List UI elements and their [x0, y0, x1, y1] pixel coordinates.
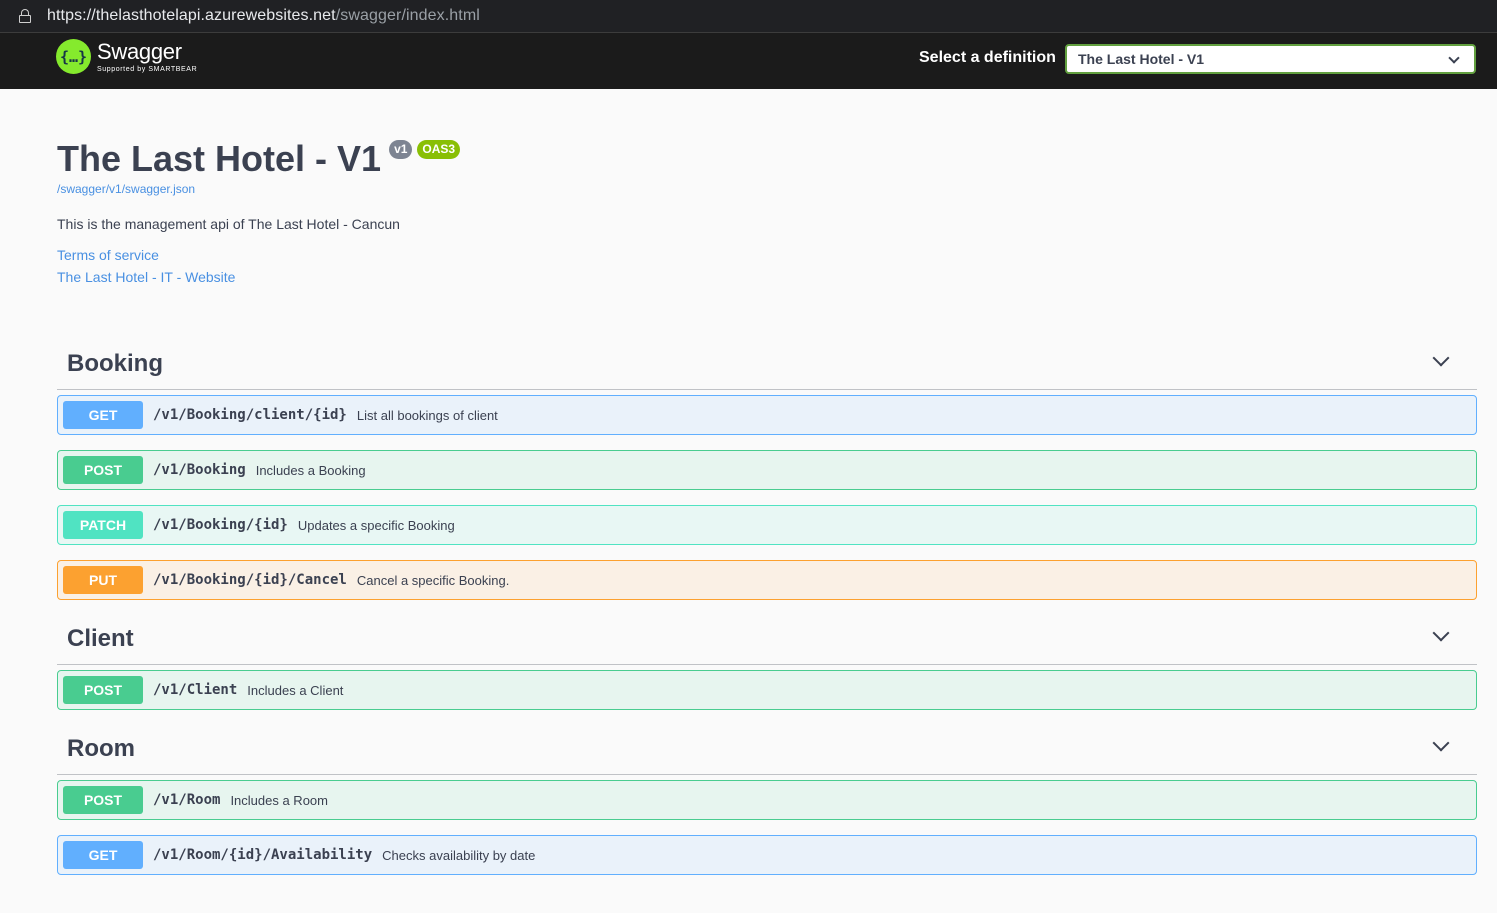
operation-path: /v1/Booking/{id}/Cancel: [153, 572, 347, 588]
spec-json-link[interactable]: /swagger/v1/swagger.json: [57, 182, 460, 196]
logo-name: Swagger: [97, 39, 182, 64]
section-header-room[interactable]: Room: [57, 723, 1477, 775]
operation-row[interactable]: POST /v1/Client Includes a Client: [57, 670, 1477, 710]
lock-icon[interactable]: [18, 9, 32, 23]
operation-path: /v1/Client: [153, 682, 238, 698]
operation-summary: Checks availability by date: [382, 847, 536, 863]
operation-row[interactable]: POST /v1/Room Includes a Room: [57, 780, 1477, 820]
section-title: Room: [67, 735, 135, 762]
address-url[interactable]: https://thelasthotelapi.azurewebsites.ne…: [47, 7, 480, 25]
operation-summary: Includes a Booking: [255, 462, 366, 478]
operation-summary: Cancel a specific Booking.: [356, 572, 510, 588]
section-title: Client: [67, 625, 134, 652]
swagger-topbar: {…} Swagger Supported by SMARTBEAR Selec…: [0, 33, 1497, 89]
method-badge: POST: [63, 676, 143, 704]
method-badge: PATCH: [63, 511, 143, 539]
operation-summary: Updates a specific Booking: [297, 517, 455, 533]
operation-row[interactable]: GET /v1/Booking/client/{id} List all boo…: [57, 395, 1477, 435]
method-badge: PUT: [63, 566, 143, 594]
page-title: The Last Hotel - V1: [57, 138, 382, 179]
operation-path: /v1/Booking/client/{id}: [153, 407, 347, 423]
terms-of-service-link[interactable]: Terms of service: [57, 247, 460, 263]
swagger-logo[interactable]: {…} Swagger Supported by SMARTBEAR: [56, 39, 197, 74]
swagger-logo-icon: {…}: [56, 39, 91, 74]
version-badge: v1: [389, 140, 413, 159]
logo-subtitle: Supported by SMARTBEAR: [97, 66, 198, 73]
operation-row[interactable]: POST /v1/Booking Includes a Booking: [57, 450, 1477, 490]
operation-path: /v1/Room: [153, 792, 221, 808]
oas-badge: OAS3: [417, 140, 461, 159]
chevron-down-icon[interactable]: [1432, 624, 1450, 642]
definition-select[interactable]: The Last Hotel - V1: [1065, 44, 1476, 74]
method-badge: POST: [63, 456, 143, 484]
website-link[interactable]: The Last Hotel - IT - Website: [57, 269, 460, 285]
operation-path: /v1/Booking/{id}: [153, 517, 288, 533]
method-badge: GET: [63, 841, 143, 869]
operation-row[interactable]: PUT /v1/Booking/{id}/Cancel Cancel a spe…: [57, 560, 1477, 600]
method-badge: POST: [63, 786, 143, 814]
api-info: The Last Hotel - V1 v1 OAS3 /swagger/v1/…: [57, 138, 461, 285]
operation-path: /v1/Booking: [153, 462, 246, 478]
chevron-down-icon[interactable]: [1432, 734, 1450, 752]
section-title: Booking: [67, 350, 163, 377]
definition-label: Select a definition: [919, 49, 1056, 66]
operation-summary: Includes a Client: [247, 682, 344, 698]
section-header-client[interactable]: Client: [57, 613, 1477, 665]
chevron-down-icon[interactable]: [1432, 349, 1450, 367]
operation-summary: List all bookings of client: [356, 407, 498, 423]
operation-row[interactable]: PATCH /v1/Booking/{id} Updates a specifi…: [57, 505, 1477, 545]
section-header-booking[interactable]: Booking: [57, 338, 1477, 390]
chevron-down-icon: [1448, 52, 1460, 64]
definition-selected-value: The Last Hotel - V1: [1078, 51, 1205, 67]
operation-summary: Includes a Room: [230, 792, 328, 808]
api-description: This is the management api of The Last H…: [57, 216, 400, 232]
operation-row[interactable]: GET /v1/Room/{id}/Availability Checks av…: [57, 835, 1477, 875]
method-badge: GET: [63, 401, 143, 429]
operation-path: /v1/Room/{id}/Availability: [153, 847, 373, 863]
browser-address-bar[interactable]: https://thelasthotelapi.azurewebsites.ne…: [0, 0, 1497, 33]
